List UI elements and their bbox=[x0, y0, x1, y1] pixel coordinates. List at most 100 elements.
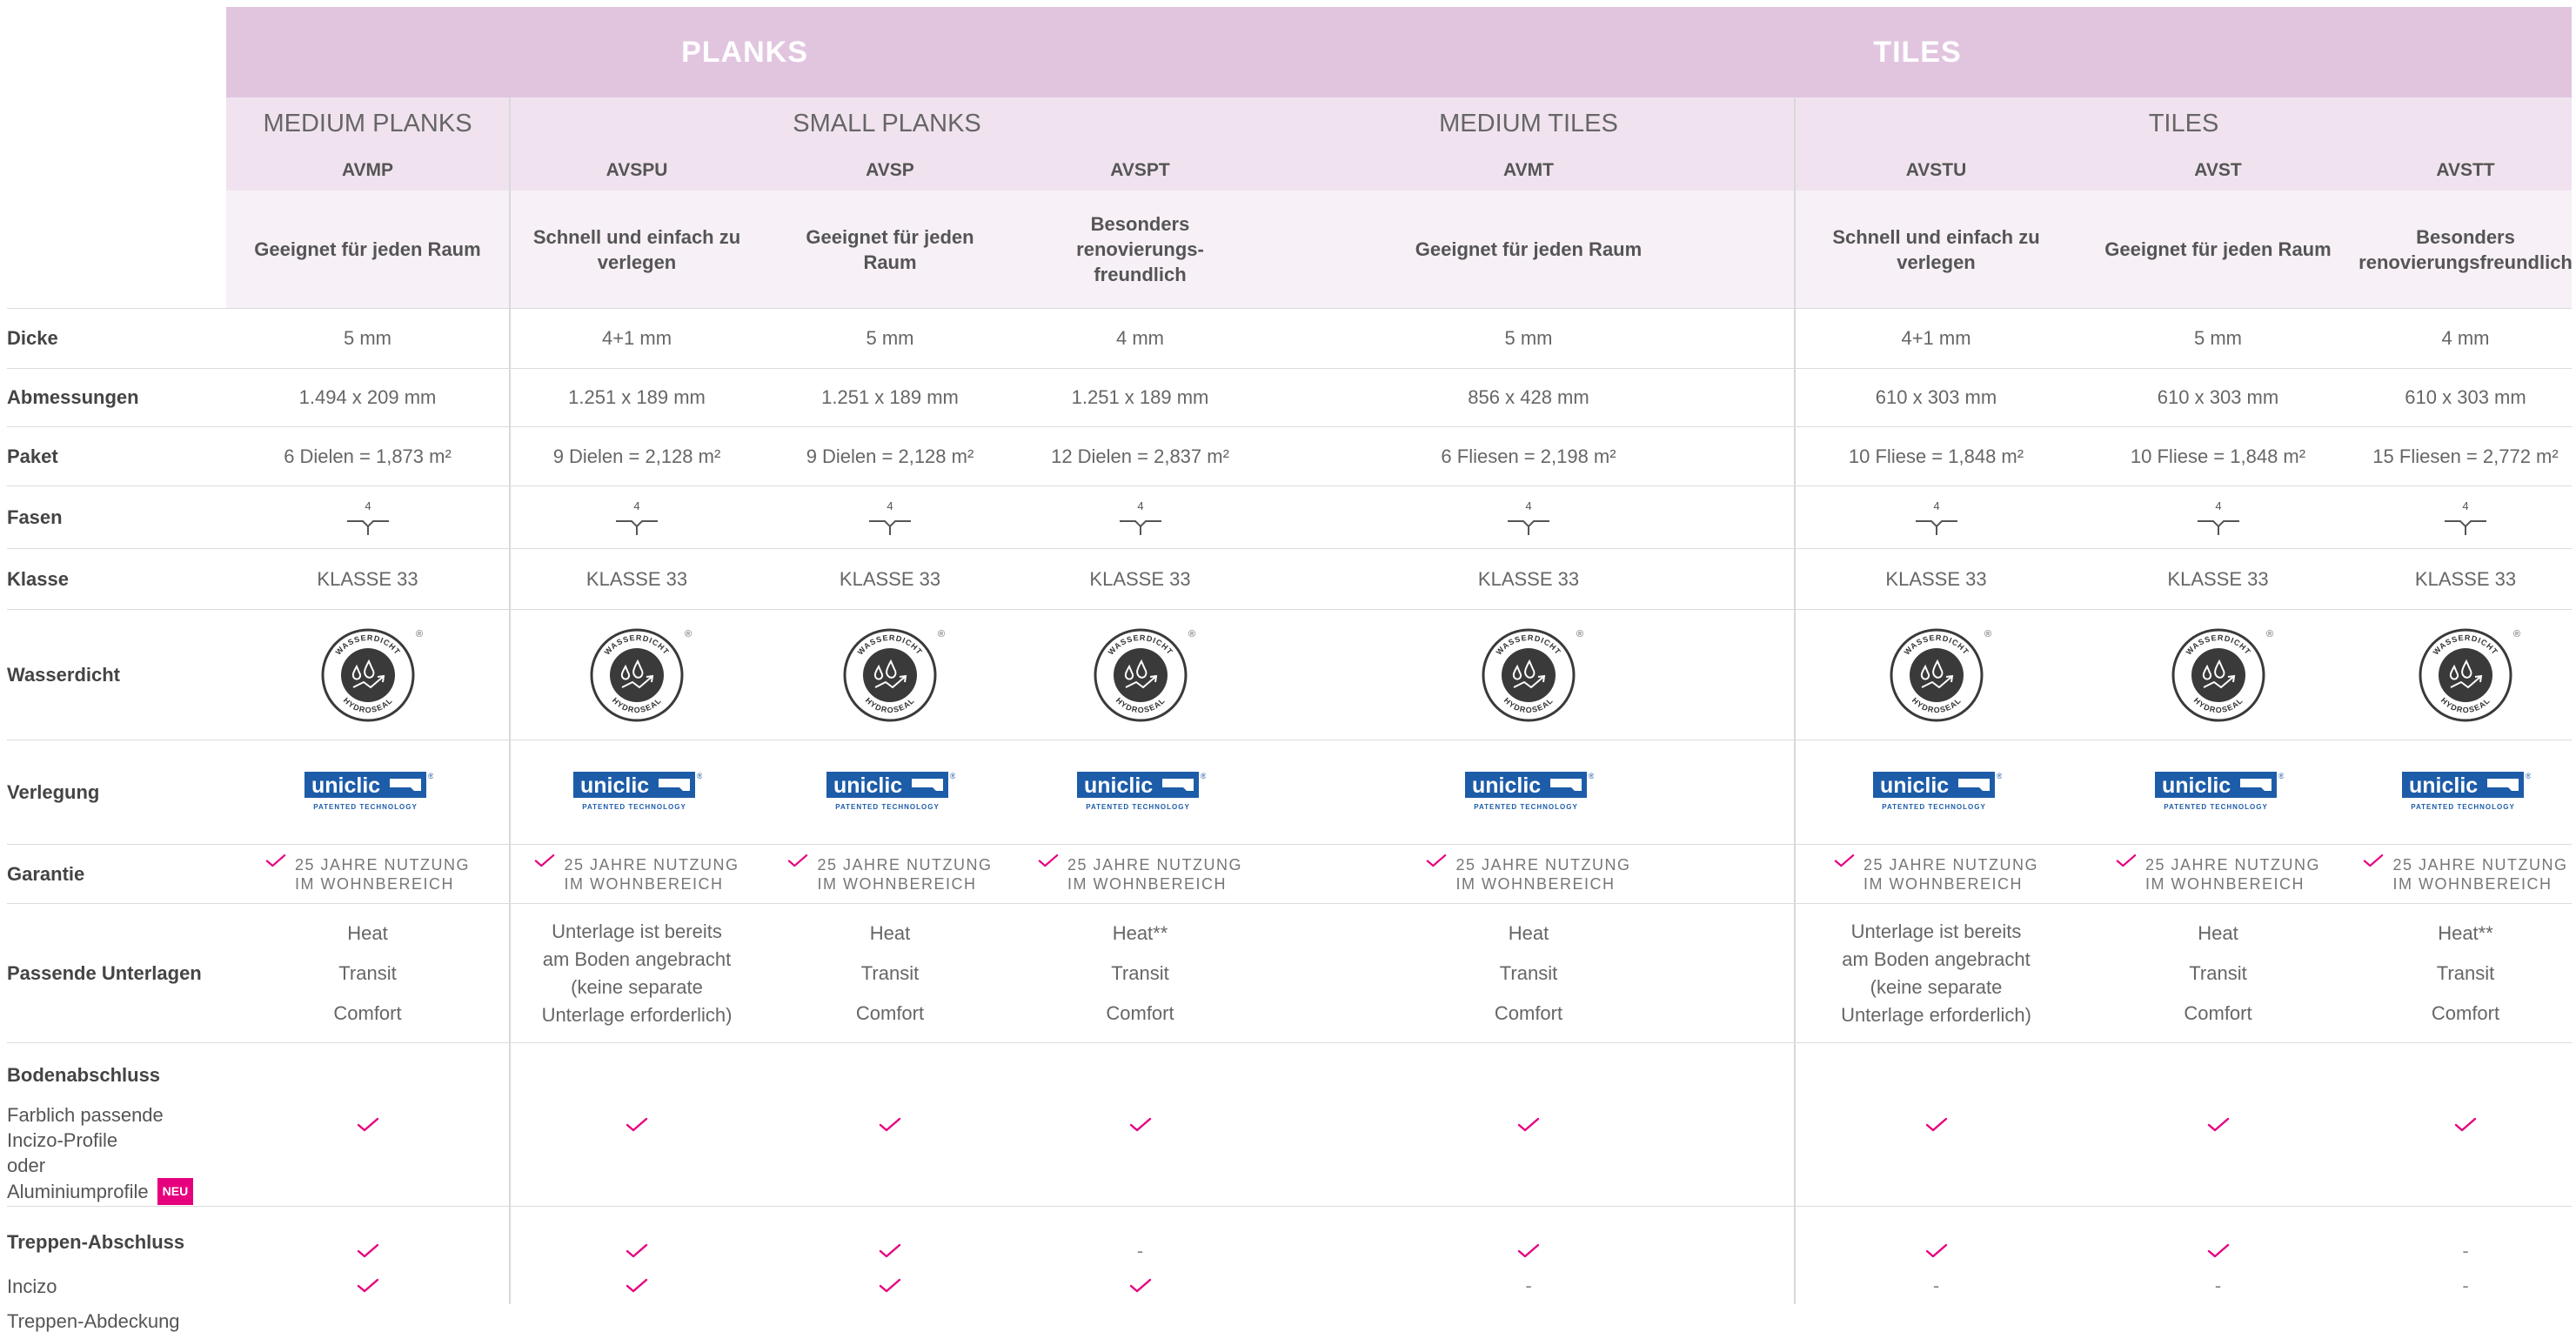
uniclic-wordmark: uniclic bbox=[311, 773, 380, 798]
product-code: AVMP bbox=[226, 151, 509, 191]
cell-wasserdicht: WASSERDICHT HYDROSEAL ® bbox=[1263, 609, 1794, 740]
bevel-4-icon: 4 bbox=[346, 499, 389, 535]
hydroseal-waterproof-icon: WASSERDICHTHYDROSEAL® bbox=[843, 628, 945, 721]
hydroseal-waterproof-icon: WASSERDICHTHYDROSEAL® bbox=[321, 628, 423, 721]
bodenabschluss-title: Bodenabschluss bbox=[7, 1064, 161, 1086]
bevel-4-icon: 4 bbox=[869, 499, 911, 535]
underlay-option: am Boden angebracht bbox=[1842, 947, 2031, 970]
hydroseal-waterproof-icon: WASSERDICHTHYDROSEAL® bbox=[2419, 628, 2520, 721]
cell-bodenabschluss bbox=[1263, 1042, 1794, 1206]
bodenabschluss-line: Farblich passende bbox=[7, 1102, 164, 1128]
underlay-option: Comfort bbox=[1494, 1001, 1563, 1024]
cell-klasse: KLASSE 33 bbox=[2077, 548, 2359, 609]
underlay-option: Comfort bbox=[1106, 1001, 1174, 1024]
cell-fasen: 4 bbox=[1017, 485, 1263, 548]
underlay-option: Transit bbox=[2436, 961, 2495, 984]
bevel-number: 4 bbox=[1137, 499, 1143, 512]
uniclic-tagline: PATENTED TECHNOLOGY bbox=[313, 803, 418, 811]
product-description: Besonders renovierungsfreundlich bbox=[2359, 191, 2573, 308]
cell-abmessungen: 1.251 x 189 mm bbox=[509, 368, 763, 426]
row-label-wasserdicht: Wasserdicht bbox=[7, 609, 226, 740]
uniclic-logo-icon: uniclic PATENTED TECHNOLOGY ® bbox=[304, 771, 433, 811]
cell-dicke: 4+1 mm bbox=[1794, 308, 2077, 368]
cell-wasserdicht: WASSERDICHT HYDROSEAL ® bbox=[226, 609, 509, 740]
check-icon bbox=[626, 1243, 648, 1258]
registered-mark: ® bbox=[2513, 629, 2520, 639]
bodenabschluss-block: Bodenabschluss Farblich passende Incizo-Pr… bbox=[7, 1064, 194, 1205]
cell-unterlagen: Heat Transit Comfort bbox=[1263, 903, 1794, 1042]
check-icon bbox=[879, 1117, 901, 1131]
underlay-option: Transit bbox=[1111, 961, 1169, 984]
warranty-note: 25 JAHRE NUTZUNG IM WOHNBEREICH bbox=[265, 854, 471, 894]
uniclic-logo-icon: uniclic PATENTED TECHNOLOGY ® bbox=[2402, 771, 2531, 811]
cell-garantie: 25 JAHRE NUTZUNG IM WOHNBEREICH bbox=[509, 844, 763, 903]
comparison-table: PLANKS TILES MEDIUM PLANKS SMALL PLANKS MEDI… bbox=[7, 7, 2573, 1332]
check-icon bbox=[1925, 1117, 1947, 1131]
warranty-text: 25 JAHRE NUTZUNG IM WOHNBEREICH bbox=[1455, 855, 1630, 894]
uniclic-registered: ® bbox=[428, 772, 433, 780]
cell-treppen bbox=[763, 1206, 1017, 1304]
cell-fasen: 4 bbox=[2077, 485, 2359, 548]
cell-klasse: KLASSE 33 bbox=[2359, 548, 2572, 609]
stair-marks bbox=[879, 1208, 901, 1303]
check-icon bbox=[626, 1117, 648, 1131]
cell-treppen: - bbox=[1017, 1206, 1263, 1304]
warranty-note: 25 JAHRE NUTZUNG IM WOHNBEREICH bbox=[1426, 854, 1630, 894]
uniclic-registered: ® bbox=[697, 772, 702, 780]
uniclic-logo-icon: uniclic PATENTED TECHNOLOGY ® bbox=[2154, 771, 2284, 811]
underlay-option: Transit bbox=[1499, 961, 1558, 984]
bevel-4-icon: 4 bbox=[1508, 499, 1549, 535]
registered-mark: ® bbox=[685, 629, 692, 639]
bevel-number: 4 bbox=[2215, 499, 2221, 512]
check-icon bbox=[626, 1278, 648, 1293]
bevel-4-icon: 4 bbox=[616, 499, 658, 535]
warranty-text: 25 JAHRE NUTZUNG IM WOHNBEREICH bbox=[2145, 855, 2320, 894]
stair-marks: - bbox=[1129, 1208, 1152, 1303]
row-label-treppen: Treppen-Abschluss Incizo Treppen-Abdeckung bbox=[7, 1206, 226, 1332]
cell-dicke: 4 mm bbox=[1017, 308, 1263, 368]
mark-incizo bbox=[357, 1234, 379, 1269]
cell-verlegung: uniclic PATENTED TECHNOLOGY ® bbox=[1017, 740, 1263, 844]
cell-fasen: 4 bbox=[1263, 485, 1794, 548]
treppen-abdeckung-label: Treppen-Abdeckung bbox=[7, 1310, 180, 1332]
uniclic-registered: ® bbox=[950, 772, 955, 780]
warranty-text: 25 JAHRE NUTZUNG IM WOHNBEREICH bbox=[564, 855, 739, 894]
cell-garantie: 25 JAHRE NUTZUNG IM WOHNBEREICH bbox=[763, 844, 1017, 903]
warranty-text: 25 JAHRE NUTZUNG IM WOHNBEREICH bbox=[2392, 855, 2567, 894]
bodenabschluss-line: Incizo-Profile bbox=[7, 1128, 117, 1153]
cell-dicke: 4 mm bbox=[2359, 308, 2572, 368]
underlay-option: Heat bbox=[347, 921, 388, 944]
cell-unterlagen: Heat Transit Comfort bbox=[226, 903, 509, 1042]
cell-abmessungen: 1.494 x 209 mm bbox=[226, 368, 509, 426]
underlay-option: (keine separate bbox=[571, 975, 703, 998]
check-icon bbox=[788, 854, 808, 867]
registered-mark: ® bbox=[938, 629, 945, 639]
cell-bodenabschluss bbox=[763, 1042, 1017, 1206]
row-label-dicke: Dicke bbox=[7, 308, 226, 368]
cell-garantie: 25 JAHRE NUTZUNG IM WOHNBEREICH bbox=[2359, 844, 2572, 903]
hydroseal-waterproof-icon: WASSERDICHTHYDROSEAL® bbox=[1890, 628, 1991, 721]
warranty-text: 25 JAHRE NUTZUNG IM WOHNBEREICH bbox=[817, 855, 992, 894]
treppen-block: Treppen-Abschluss Incizo Treppen-Abdeckung bbox=[7, 1231, 184, 1339]
check-icon bbox=[1129, 1117, 1151, 1131]
mark-incizo: - bbox=[1137, 1234, 1143, 1269]
warranty-line-1: 25 JAHRE NUTZUNG bbox=[817, 855, 993, 874]
underlay-option: Comfort bbox=[2431, 1001, 2500, 1024]
uniclic-wordmark: uniclic bbox=[1472, 773, 1541, 798]
product-code: AVST bbox=[2077, 151, 2359, 191]
not-available-dash: - bbox=[2214, 1275, 2222, 1296]
warranty-note: 25 JAHRE NUTZUNG IM WOHNBEREICH bbox=[2363, 854, 2567, 894]
cell-garantie: 25 JAHRE NUTZUNG IM WOHNBEREICH bbox=[1794, 844, 2077, 903]
mark-treppen-abdeckung: - bbox=[1525, 1269, 1531, 1303]
underlay-option: Heat** bbox=[2438, 921, 2493, 944]
uniclic-tagline: PATENTED TECHNOLOGY bbox=[835, 803, 940, 811]
row-label-abmessungen: Abmessungen bbox=[7, 368, 226, 426]
cell-paket: 15 Fliesen = 2,772 m² bbox=[2359, 426, 2572, 485]
warranty-note: 25 JAHRE NUTZUNG IM WOHNBEREICH bbox=[534, 854, 739, 894]
underlay-option: Comfort bbox=[855, 1001, 925, 1024]
not-available-dash: - bbox=[1136, 1240, 1144, 1262]
subheader-tiles: TILES bbox=[1794, 97, 2572, 151]
product-description: Geeignet für jeden Raum bbox=[226, 191, 509, 308]
warranty-line-1: 25 JAHRE NUTZUNG bbox=[294, 855, 471, 874]
uniclic-tagline: PATENTED TECHNOLOGY bbox=[1474, 803, 1578, 811]
